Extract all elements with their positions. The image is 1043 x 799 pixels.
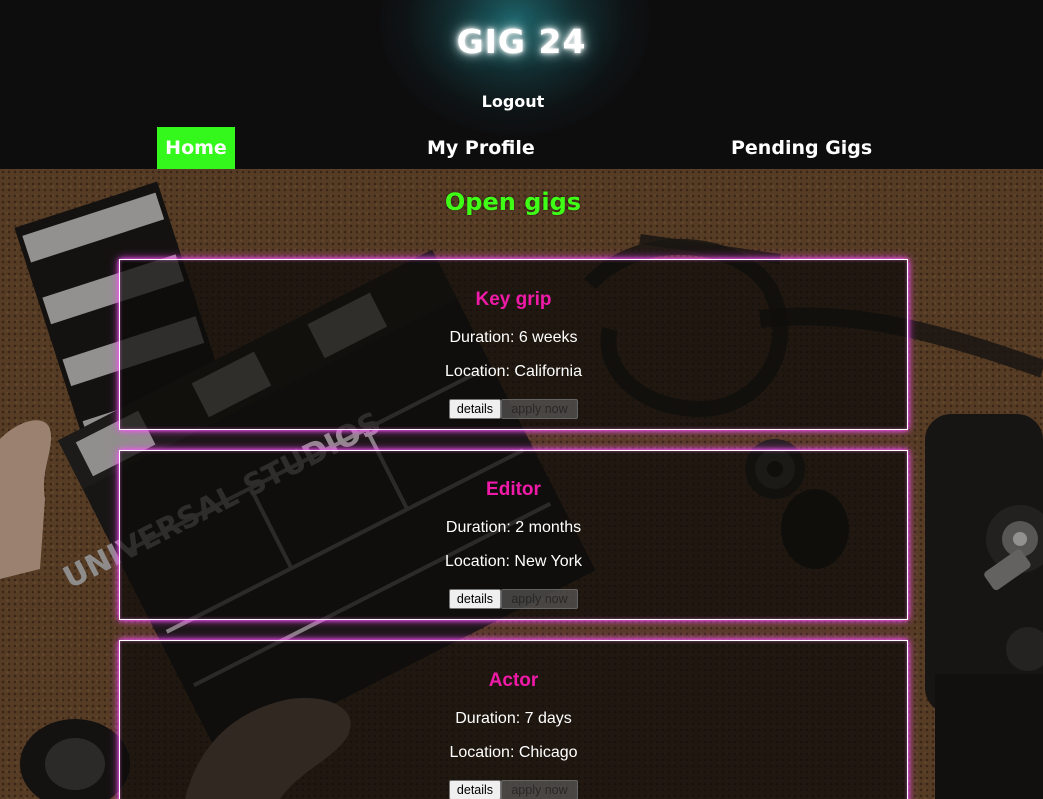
gig-actions: details apply now — [449, 589, 578, 609]
logout-link[interactable]: Logout — [0, 92, 1026, 111]
gig-card: Actor Duration: 7 days Location: Chicago… — [119, 640, 908, 799]
title-glow — [380, 0, 650, 135]
gig-card: Editor Duration: 2 months Location: New … — [119, 450, 908, 620]
apply-now-button[interactable]: apply now — [501, 589, 578, 609]
site-title: GIG 24 — [456, 22, 587, 61]
section-title: Open gigs — [444, 188, 582, 216]
details-button[interactable]: details — [449, 780, 501, 799]
details-button[interactable]: details — [449, 589, 501, 609]
nav-my-profile[interactable]: My Profile — [427, 127, 535, 169]
gig-title: Actor — [488, 670, 539, 691]
nav-home[interactable]: Home — [157, 127, 235, 169]
gig-location: Location: Chicago — [449, 744, 578, 761]
gig-location: Location: New York — [445, 553, 582, 570]
details-button[interactable]: details — [449, 399, 501, 419]
apply-now-button[interactable]: apply now — [501, 780, 578, 799]
gig-duration: Duration: 2 months — [445, 519, 582, 536]
gig-duration: Duration: 6 weeks — [449, 329, 578, 346]
gig-actions: details apply now — [449, 780, 578, 799]
nav-pending-gigs[interactable]: Pending Gigs — [731, 127, 872, 169]
gig-title: Editor — [486, 479, 541, 500]
gig-title: Key grip — [475, 289, 552, 310]
gig-location: Location: California — [445, 363, 582, 380]
site-header: GIG 24 Logout Home My Profile Pending Gi… — [0, 0, 1043, 169]
gig-duration: Duration: 7 days — [455, 710, 572, 727]
gig-actions: details apply now — [449, 399, 578, 419]
gig-card: Key grip Duration: 6 weeks Location: Cal… — [119, 259, 908, 430]
apply-now-button[interactable]: apply now — [501, 399, 578, 419]
